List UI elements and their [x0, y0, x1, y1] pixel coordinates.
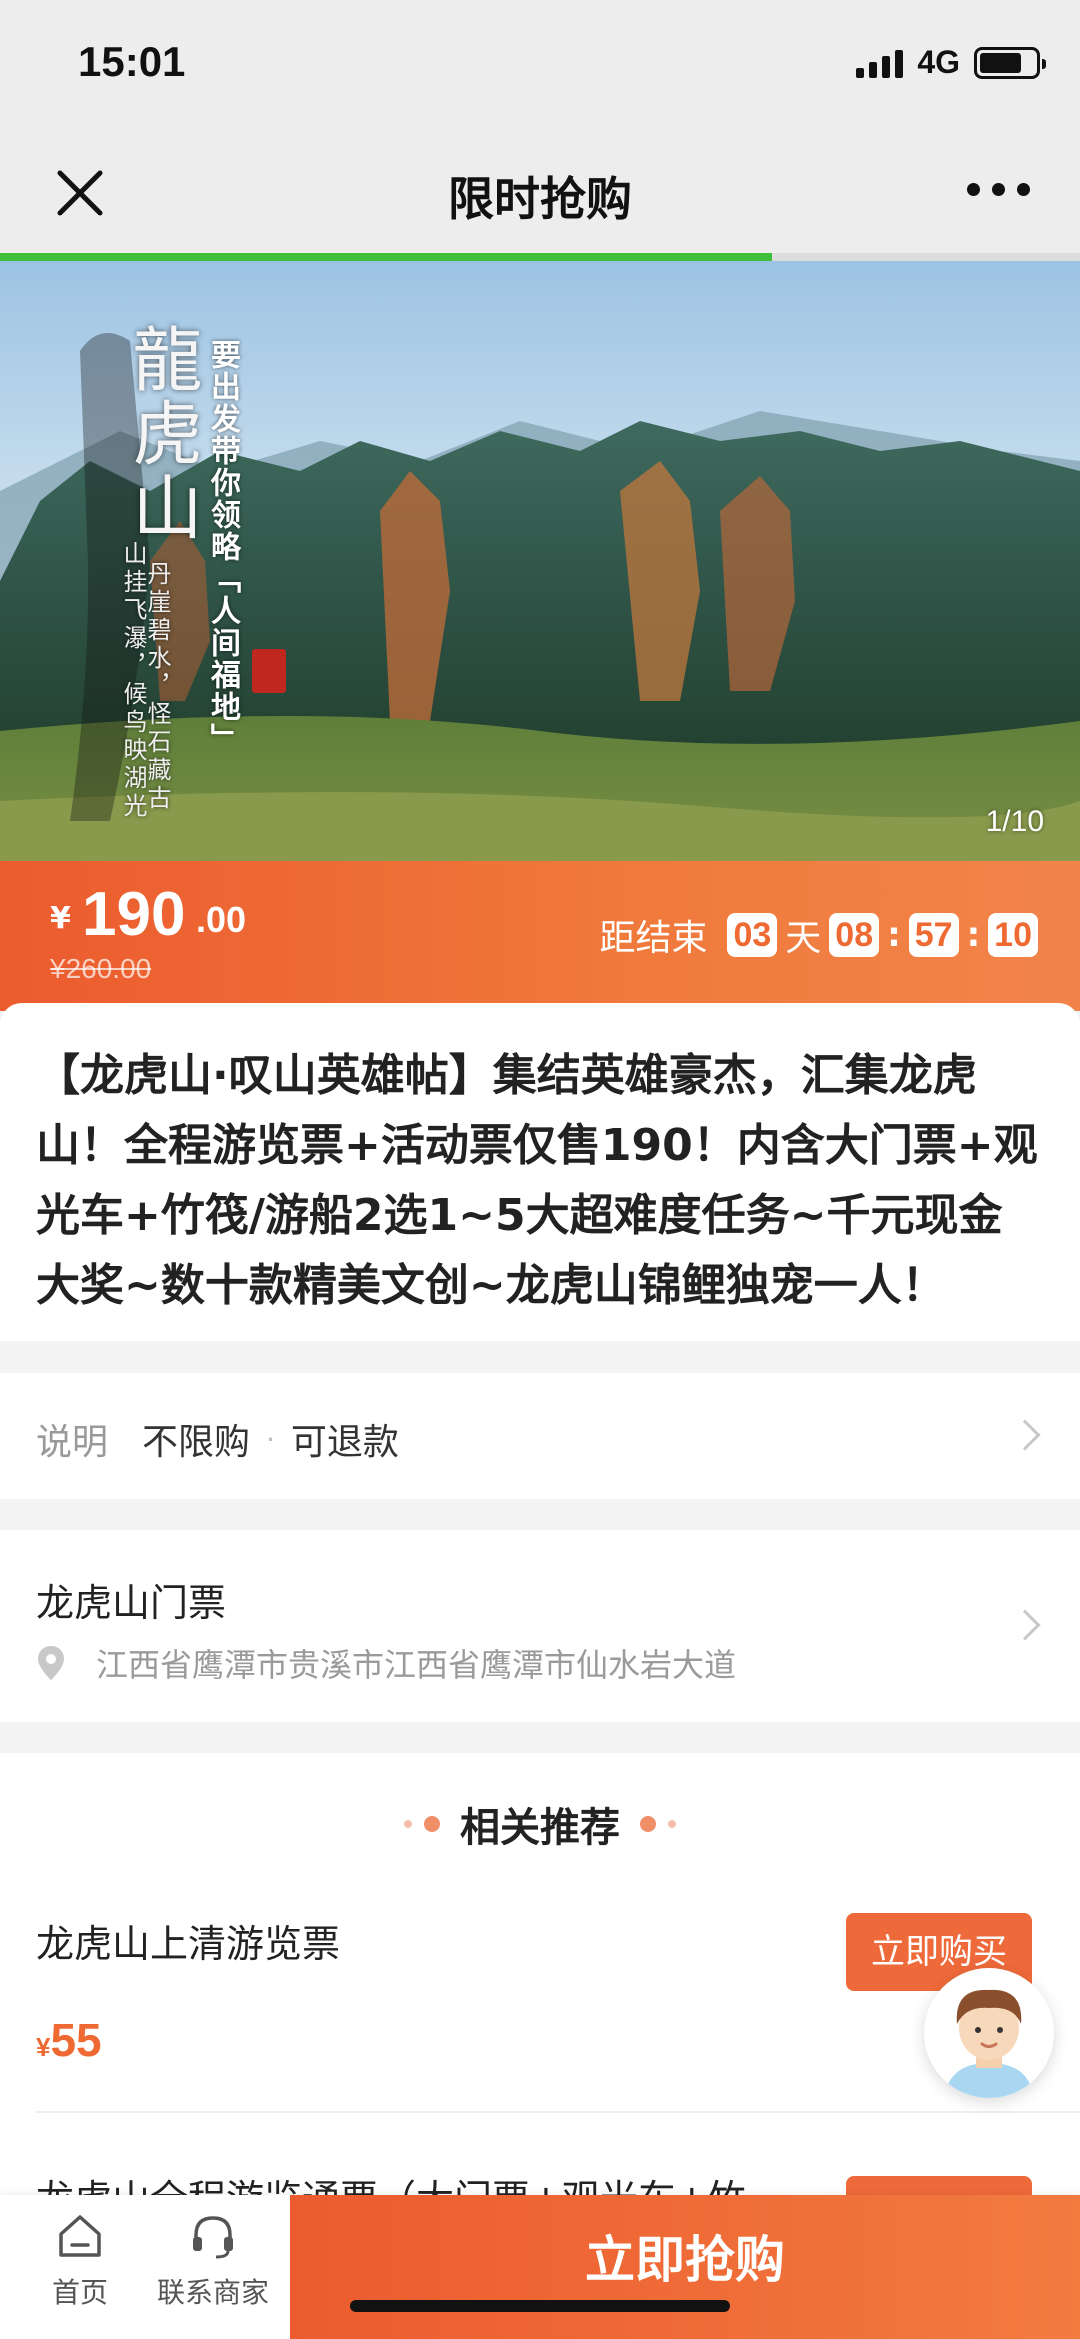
countdown-days: 03 [727, 913, 778, 957]
purchase-notes-row[interactable]: 说明 不限购 · 可退款 [0, 1373, 1080, 1499]
price-bar: ¥ 190 .00 ¥260.00 距结束 03 天 08 : 57 : 10 [0, 861, 1080, 1011]
tab-contact-merchant[interactable]: 联系商家 [148, 2211, 278, 2311]
grab-now-button[interactable]: 立即抢购 [290, 2195, 1080, 2339]
product-description: 【龙虎山·叹山英雄帖】集结英雄豪杰，汇集龙虎山！全程游览票+活动票仅售190！内… [36, 1050, 1038, 1311]
countdown-timer: 距结束 03 天 08 : 57 : 10 [599, 909, 1038, 961]
notes-item: 不限购 [142, 1422, 251, 1463]
red-seal-stamp [252, 649, 286, 693]
decor-dots-icon [640, 1816, 676, 1832]
countdown-seconds: 10 [988, 913, 1038, 957]
product-description-card: 【龙虎山·叹山英雄帖】集结英雄豪杰，汇集龙虎山！全程游览票+活动票仅售190！内… [0, 1003, 1080, 1341]
venue-address: 江西省鹰潭市贵溪市江西省鹰潭市仙水岩大道 [36, 1640, 736, 1686]
countdown-separator: : [966, 915, 981, 955]
countdown-minutes: 57 [908, 913, 959, 957]
recommend-item-price: ¥55 [36, 2013, 102, 2067]
hero-image-carousel[interactable]: 龍虎山 要出发带你领略「人间福地」 山挂飞瀑，候鸟映湖光 丹崖碧水，怪石藏古 1… [0, 261, 1080, 861]
countdown-days-unit: 天 [785, 918, 822, 959]
hero-calligraphy-title: 龍虎山 [121, 323, 203, 545]
chevron-right-icon [1009, 1419, 1041, 1451]
price-decimal: .00 [196, 899, 247, 940]
tab-contact-label: 联系商家 [156, 2276, 269, 2309]
notes-value: 不限购 · 可退款 [142, 1413, 399, 1465]
hero-verse-line: 丹崖碧水，怪石藏古 [143, 561, 171, 813]
bottom-action-bar: 首页 联系商家 立即抢购 [0, 2195, 1080, 2339]
home-icon [59, 2215, 101, 2257]
notes-item: 可退款 [290, 1422, 399, 1463]
price-currency-symbol: ¥ [50, 901, 71, 936]
nav-bar: 限时抢购 [0, 135, 1080, 253]
countdown-label: 距结束 [599, 918, 708, 959]
more-dots-icon[interactable] [967, 183, 1030, 196]
page-load-progress-fill [0, 253, 773, 261]
venue-row[interactable]: 龙虎山门票 江西省鹰潭市贵溪市江西省鹰潭市仙水岩大道 [0, 1530, 1080, 1722]
hero-slogan: 要出发带你领略「人间福地」 [205, 339, 240, 755]
price-currency-symbol: ¥ [36, 2032, 51, 2062]
page-title: 限时抢购 [448, 172, 632, 226]
tab-home-label: 首页 [51, 2276, 108, 2309]
network-label: 4G [917, 44, 960, 80]
headset-icon [193, 2216, 233, 2259]
carousel-counter: 1/10 [985, 805, 1044, 838]
original-price: ¥260.00 [50, 953, 152, 984]
signal-icon [856, 48, 904, 78]
related-recommendations: 相关推荐 龙虎山上清游览票 ¥55 立即购买 龙虎山全程游览通票（大门票+观光车… [0, 1753, 1080, 2208]
price-value: 55 [50, 2014, 102, 2066]
countdown-hours: 08 [829, 913, 880, 957]
divider [36, 2111, 1080, 2113]
price-integer: 190 [82, 880, 186, 949]
page-load-progress [0, 253, 1080, 261]
recommend-title: 相关推荐 [460, 1805, 620, 1851]
chevron-right-icon [1009, 1609, 1041, 1641]
location-pin-icon [38, 1646, 64, 1680]
decor-dots-icon [404, 1816, 440, 1832]
status-indicators: 4G [856, 44, 1046, 81]
venue-address-text: 江西省鹰潭市贵溪市江西省鹰潭市仙水岩大道 [96, 1646, 737, 1684]
notes-label: 说明 [36, 1422, 109, 1463]
notes-separator: · [266, 1422, 275, 1456]
avatar-icon [944, 1989, 1034, 2098]
battery-icon [974, 46, 1046, 79]
tab-home[interactable]: 首页 [44, 2211, 116, 2311]
recommend-header: 相关推荐 [0, 1795, 1080, 1853]
countdown-separator: : [887, 915, 901, 955]
recommend-item[interactable]: 龙虎山上清游览票 ¥55 立即购买 [36, 1913, 1044, 2073]
status-time: 15:01 [78, 38, 186, 85]
home-indicator [350, 2300, 730, 2312]
status-bar: 15:01 4G [0, 0, 1080, 135]
customer-service-avatar[interactable] [924, 1968, 1054, 2098]
venue-name: 龙虎山门票 [36, 1581, 227, 1625]
